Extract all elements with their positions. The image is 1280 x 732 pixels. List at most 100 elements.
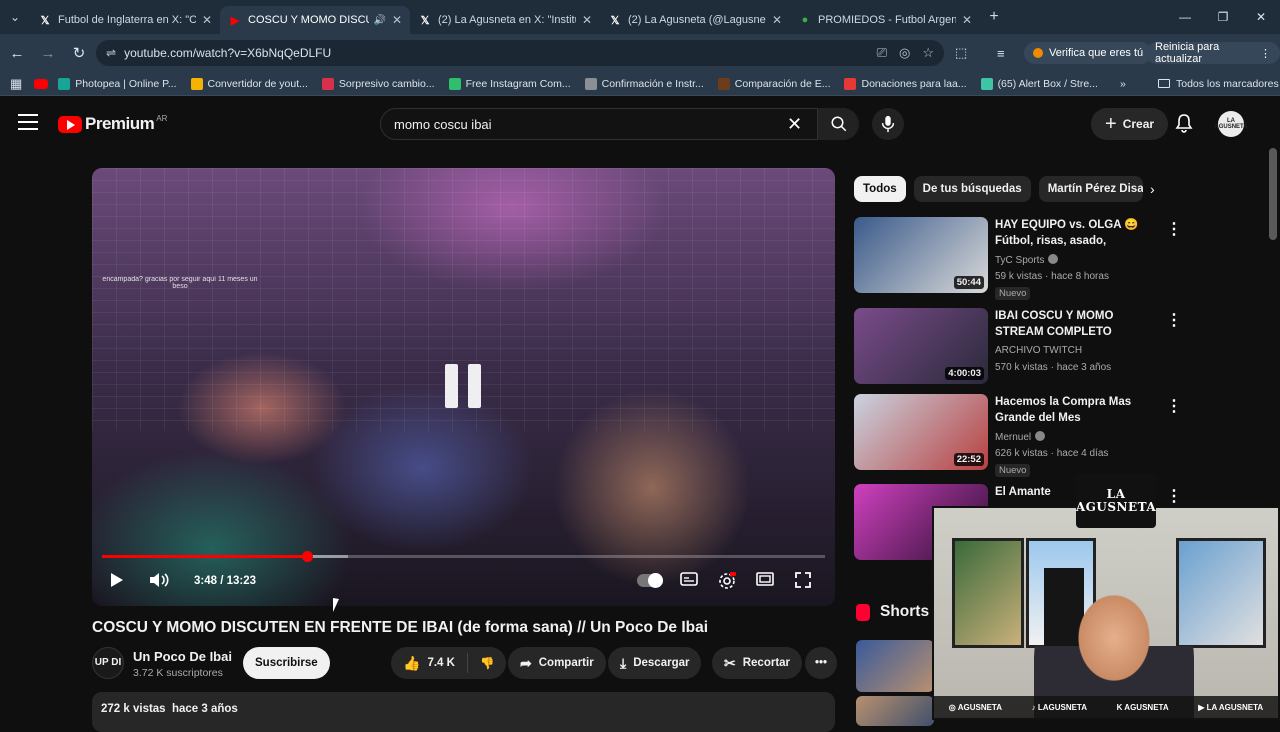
search-input[interactable]: momo coscu ibai bbox=[394, 117, 492, 132]
bookmark-item[interactable]: Photopea | Online P... bbox=[58, 77, 177, 90]
close-tab-icon[interactable]: ✕ bbox=[392, 13, 402, 27]
more-actions-button[interactable]: ••• bbox=[805, 647, 837, 679]
account-avatar[interactable]: LA AGUSNETA bbox=[1214, 111, 1248, 137]
browser-tab[interactable]: ▶ COSCU Y MOMO DISCUTEN 🔊 ✕ bbox=[220, 6, 410, 34]
update-button[interactable]: Reinicia para actualizar ⋮ bbox=[1146, 41, 1280, 65]
page-scrollbar[interactable] bbox=[1269, 148, 1277, 240]
recommended-video[interactable]: 50:44 HAY EQUIPO vs. OLGA 😄 Fútbol, risas… bbox=[854, 217, 1184, 300]
minimize-icon[interactable]: — bbox=[1166, 0, 1204, 34]
browser-tab[interactable]: 𝕏 Futbol de Inglaterra en X: "Chel ✕ bbox=[30, 6, 220, 34]
filter-chip[interactable]: Martín Pérez Disalv bbox=[1038, 176, 1143, 202]
all-bookmarks-folder[interactable]: Todos los marcadores bbox=[1158, 78, 1279, 90]
tab-title: (2) La Agusneta en X: "Instituto bbox=[438, 14, 576, 26]
browser-tab[interactable]: 𝕏 (2) La Agusneta (@Lagusneta) / ✕ bbox=[600, 6, 790, 34]
bookmark-item[interactable]: Confirmación e Instr... bbox=[584, 77, 704, 90]
bookmarks-overflow-icon[interactable]: » bbox=[1120, 78, 1126, 90]
media-queue-icon[interactable]: ≡ bbox=[997, 40, 1005, 66]
youtube-premium-logo[interactable]: Premium AR bbox=[58, 114, 167, 134]
browser-tab[interactable]: 𝕏 (2) La Agusneta en X: "Instituto ✕ bbox=[410, 6, 600, 34]
video-thumbnail[interactable]: 50:44 bbox=[854, 217, 988, 293]
play-icon[interactable] bbox=[110, 572, 124, 591]
chevron-right-icon[interactable]: › bbox=[1150, 181, 1155, 197]
hamburger-menu-icon[interactable] bbox=[18, 114, 38, 135]
dislike-button[interactable]: 👎 bbox=[468, 656, 506, 670]
recommended-title: IBAI COSCU Y MOMO STREAM COMPLETO bbox=[995, 310, 1114, 338]
cast-icon[interactable]: ⎚ bbox=[877, 45, 887, 61]
more-vert-icon[interactable]: ⋮ bbox=[1166, 310, 1182, 330]
bookmark-label: Donaciones para laa... bbox=[861, 77, 967, 90]
browser-tab[interactable]: ● PROMIEDOS - Futbol Argentino ✕ bbox=[790, 6, 980, 34]
autoplay-toggle[interactable] bbox=[637, 573, 663, 590]
recommended-video[interactable]: 22:52 Hacemos la Compra Mas Grande del Me… bbox=[854, 394, 1184, 477]
youtube-bookmark-icon[interactable] bbox=[34, 78, 49, 89]
reload-icon[interactable]: ↻ bbox=[65, 39, 93, 67]
audio-playing-icon[interactable]: 🔊 bbox=[373, 15, 385, 26]
subscribe-button[interactable]: Suscribirse bbox=[243, 647, 330, 679]
close-tab-icon[interactable]: ✕ bbox=[772, 13, 782, 27]
bookmark-item[interactable]: Convertidor de yout... bbox=[190, 77, 308, 90]
pause-overlay-icon[interactable] bbox=[445, 364, 481, 408]
like-button[interactable]: 👍 7.4 K bbox=[391, 653, 468, 673]
close-tab-icon[interactable]: ✕ bbox=[202, 13, 212, 27]
channel-name[interactable]: Un Poco De Ibai bbox=[133, 649, 232, 664]
description-box[interactable]: 272 k vistas hace 3 años bbox=[92, 692, 835, 732]
short-thumbnail[interactable] bbox=[856, 696, 934, 726]
channel-avatar[interactable]: UP DI bbox=[92, 647, 124, 679]
search-button[interactable] bbox=[817, 108, 859, 140]
more-vert-icon[interactable]: ⋮ bbox=[1166, 486, 1182, 506]
recommended-meta: 626 k vistas · hace 4 días bbox=[995, 448, 1109, 459]
more-vert-icon[interactable]: ⋮ bbox=[1166, 396, 1182, 416]
video-thumbnail[interactable]: 4:00:03 bbox=[854, 308, 988, 384]
filter-chip[interactable]: Todos bbox=[854, 176, 906, 202]
more-vert-icon[interactable]: ⋮ bbox=[1166, 219, 1182, 239]
eye-off-icon[interactable]: ◎ bbox=[899, 45, 910, 61]
new-tab-button[interactable]: + bbox=[980, 8, 1008, 26]
extensions-icon[interactable]: ⬚ bbox=[955, 40, 967, 66]
bookmark-item[interactable]: Free Instagram Com... bbox=[448, 77, 571, 90]
url-bar[interactable]: ⇌ youtube.com/watch?v=X6bNqQeDLFU ⎚ ◎ ☆ bbox=[96, 40, 944, 66]
browser-tab-strip: ⌄ 𝕏 Futbol de Inglaterra en X: "Chel ✕ ▶ COS… bbox=[0, 0, 1280, 34]
close-tab-icon[interactable]: ✕ bbox=[582, 13, 592, 27]
scrubber-handle[interactable] bbox=[302, 551, 314, 562]
more-menu-icon[interactable]: ⋮ bbox=[1260, 47, 1271, 60]
voice-search-button[interactable] bbox=[872, 108, 904, 140]
notifications-bell-icon[interactable] bbox=[1175, 113, 1193, 138]
upload-age: hace 3 años bbox=[171, 703, 238, 715]
clear-search-icon[interactable]: ✕ bbox=[787, 114, 802, 135]
verify-button[interactable]: Verifica que eres tú bbox=[1024, 42, 1153, 64]
share-label: Compartir bbox=[538, 657, 594, 669]
site-info-icon[interactable]: ⇌ bbox=[106, 46, 116, 60]
more-dots-icon: ••• bbox=[814, 657, 828, 669]
progress-bar[interactable] bbox=[102, 551, 825, 562]
tab-search-button[interactable]: ⌄ bbox=[0, 0, 30, 34]
short-thumbnail[interactable] bbox=[856, 640, 934, 692]
volume-icon[interactable] bbox=[149, 572, 169, 591]
miniplayer-icon[interactable] bbox=[756, 572, 774, 589]
share-button[interactable]: ➦ Compartir bbox=[508, 647, 606, 679]
clip-button[interactable]: ✂ Recortar bbox=[712, 647, 803, 679]
apps-grid-icon[interactable]: ▦ bbox=[10, 76, 22, 92]
subtitles-icon[interactable] bbox=[680, 572, 698, 589]
create-button[interactable]: + Crear bbox=[1091, 108, 1169, 140]
bookmark-item[interactable]: Sorpresivo cambio... bbox=[321, 77, 435, 90]
bookmark-favicon-icon bbox=[321, 77, 334, 90]
bookmark-label: Confirmación e Instr... bbox=[601, 77, 704, 90]
settings-gear-icon[interactable] bbox=[718, 572, 736, 593]
download-button[interactable]: ⤓ Descargar bbox=[608, 647, 702, 679]
fullscreen-icon[interactable] bbox=[795, 572, 811, 591]
search-box[interactable]: momo coscu ibai ✕ bbox=[380, 108, 859, 140]
close-tab-icon[interactable]: ✕ bbox=[962, 13, 972, 27]
recommended-video[interactable]: 4:00:03 IBAI COSCU Y MOMO STREAM COMPLETO… bbox=[854, 308, 1184, 388]
bookmark-star-icon[interactable]: ☆ bbox=[922, 45, 934, 61]
video-player[interactable]: encampada? gracias por seguir aquí 11 me… bbox=[92, 168, 835, 606]
back-icon[interactable]: ← bbox=[3, 39, 31, 67]
bookmark-favicon-icon bbox=[717, 77, 730, 90]
forward-icon[interactable]: → bbox=[34, 39, 62, 67]
restore-icon[interactable]: ❐ bbox=[1204, 0, 1242, 34]
bookmark-item[interactable]: Comparación de E... bbox=[717, 77, 830, 90]
bookmark-item[interactable]: (65) Alert Box / Stre... bbox=[980, 77, 1098, 90]
filter-chip[interactable]: De tus búsquedas bbox=[913, 176, 1031, 202]
bookmark-item[interactable]: Donaciones para laa... bbox=[844, 77, 967, 90]
close-window-icon[interactable]: ✕ bbox=[1242, 0, 1280, 34]
video-thumbnail[interactable]: 22:52 bbox=[854, 394, 988, 470]
